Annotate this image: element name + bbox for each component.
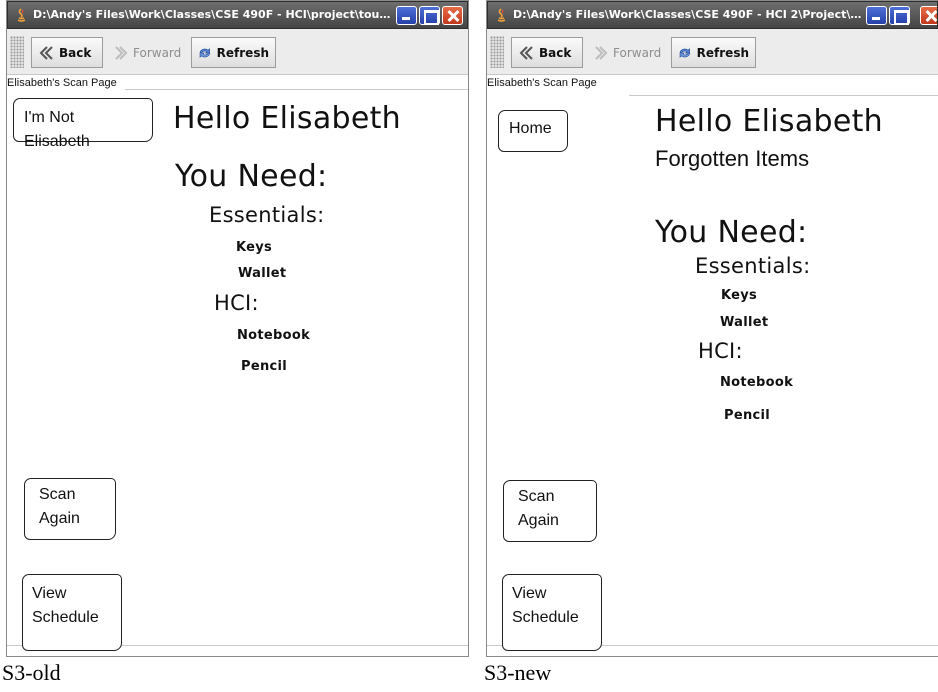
home-button[interactable]: Home bbox=[498, 110, 568, 152]
page-label: Elisabeth's Scan Page bbox=[7, 77, 117, 89]
view-schedule-label-line1: View bbox=[512, 585, 547, 602]
scan-again-button[interactable]: Scan Again bbox=[24, 478, 116, 540]
hci-heading: HCI: bbox=[214, 291, 259, 315]
scan-again-label-line2: Again bbox=[39, 510, 80, 527]
scan-again-label-line1: Scan bbox=[518, 488, 555, 505]
back-arrow-icon bbox=[39, 45, 53, 60]
view-schedule-label-line1: View bbox=[32, 585, 67, 602]
left-toolbar: Back Forward Refresh bbox=[7, 29, 468, 75]
forward-label: Forward bbox=[133, 45, 182, 60]
refresh-icon bbox=[679, 47, 690, 58]
left-window: D:\Andy's Files\Work\Classes\CSE 490F - … bbox=[6, 0, 469, 657]
right-title-bar[interactable]: D:\Andy's Files\Work\Classes\CSE 490F - … bbox=[487, 1, 938, 29]
java-icon bbox=[497, 8, 506, 22]
you-need-heading: You Need: bbox=[655, 215, 808, 250]
forward-arrow-icon bbox=[115, 45, 128, 60]
refresh-button[interactable]: Refresh bbox=[191, 37, 276, 68]
left-title-bar[interactable]: D:\Andy's Files\Work\Classes\CSE 490F - … bbox=[7, 1, 468, 29]
list-item: Pencil bbox=[241, 359, 288, 374]
header-divider bbox=[125, 89, 468, 90]
refresh-label: Refresh bbox=[216, 45, 269, 60]
minimize-button[interactable] bbox=[396, 6, 417, 25]
forward-label: Forward bbox=[613, 45, 662, 60]
right-window: D:\Andy's Files\Work\Classes\CSE 490F - … bbox=[486, 0, 938, 657]
forward-button[interactable]: Forward bbox=[108, 37, 187, 68]
essentials-heading: Essentials: bbox=[209, 203, 325, 227]
scan-again-button[interactable]: Scan Again bbox=[503, 480, 597, 542]
maximize-button[interactable] bbox=[419, 6, 440, 25]
greeting: Hello Elisabeth bbox=[655, 104, 883, 139]
list-item: Wallet bbox=[720, 315, 769, 330]
view-schedule-button[interactable]: View Schedule bbox=[22, 574, 122, 651]
scan-again-label-line1: Scan bbox=[39, 486, 76, 503]
right-toolbar: Back Forward Refresh bbox=[487, 29, 938, 75]
you-need-heading: You Need: bbox=[175, 159, 328, 194]
view-schedule-label-line2: Schedule bbox=[32, 609, 99, 626]
hci-heading: HCI: bbox=[698, 339, 743, 363]
forward-arrow-icon bbox=[595, 45, 608, 60]
back-label: Back bbox=[59, 45, 92, 60]
list-item: Keys bbox=[721, 288, 758, 303]
back-arrow-icon bbox=[519, 45, 533, 60]
caption-old: S3-old bbox=[2, 660, 61, 685]
refresh-label: Refresh bbox=[696, 45, 749, 60]
greeting: Hello Elisabeth bbox=[173, 101, 401, 136]
back-button[interactable]: Back bbox=[511, 37, 583, 68]
left-window-title: D:\Andy's Files\Work\Classes\CSE 490F - … bbox=[33, 8, 395, 21]
close-button[interactable] bbox=[442, 6, 463, 25]
list-item: Notebook bbox=[237, 328, 311, 343]
view-schedule-label-line2: Schedule bbox=[512, 609, 579, 626]
toolbar-grip-icon[interactable] bbox=[10, 36, 24, 68]
java-icon bbox=[17, 8, 26, 22]
view-schedule-button[interactable]: View Schedule bbox=[502, 574, 602, 651]
forgotten-items-heading: Forgotten Items bbox=[655, 146, 810, 171]
essentials-heading: Essentials: bbox=[695, 254, 811, 278]
back-button[interactable]: Back bbox=[31, 37, 103, 68]
back-label: Back bbox=[539, 45, 572, 60]
not-elisabeth-button[interactable]: I'm Not Elisabeth bbox=[13, 98, 153, 150]
forward-button[interactable]: Forward bbox=[588, 37, 667, 68]
page-label: Elisabeth's Scan Page bbox=[487, 77, 597, 89]
list-item: Pencil bbox=[724, 408, 771, 423]
refresh-button[interactable]: Refresh bbox=[671, 37, 756, 68]
maximize-button[interactable] bbox=[889, 6, 910, 25]
list-item: Wallet bbox=[238, 266, 287, 281]
list-item: Keys bbox=[236, 240, 273, 255]
refresh-icon bbox=[199, 47, 210, 58]
close-button[interactable] bbox=[920, 6, 937, 25]
header-divider bbox=[629, 95, 938, 96]
scan-again-label-line2: Again bbox=[518, 512, 559, 529]
minimize-button[interactable] bbox=[866, 6, 887, 25]
caption-new: S3-new bbox=[484, 660, 552, 685]
right-window-title: D:\Andy's Files\Work\Classes\CSE 490F - … bbox=[513, 8, 865, 21]
toolbar-grip-icon[interactable] bbox=[490, 36, 504, 68]
list-item: Notebook bbox=[720, 375, 794, 390]
